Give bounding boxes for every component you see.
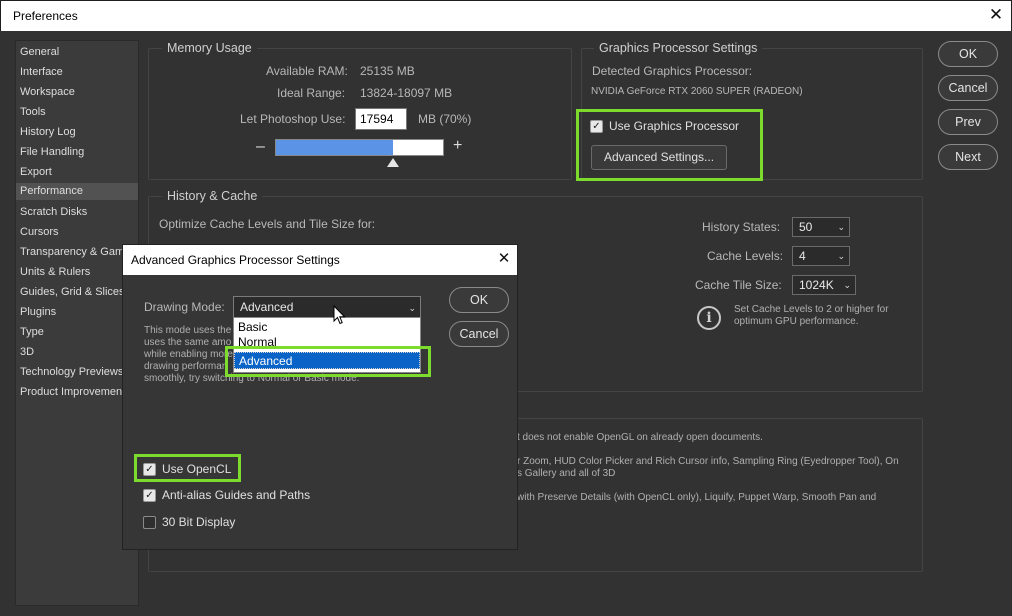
drawing-mode-desc-4: drawing performan bbox=[144, 361, 228, 372]
sidebar-item-plugins[interactable]: Plugins bbox=[16, 304, 138, 321]
memory-decrease-button[interactable]: – bbox=[256, 138, 265, 156]
use-opencl-checkbox[interactable]: ✓ bbox=[143, 463, 156, 476]
drawing-mode-desc-2: uses the same amo bbox=[144, 337, 232, 348]
30-bit-display-label: 30 Bit Display bbox=[162, 515, 236, 529]
sidebar-item-performance[interactable]: Performance bbox=[16, 183, 138, 200]
30-bit-display-checkbox[interactable] bbox=[143, 516, 156, 529]
detected-gpu-label: Detected Graphics Processor: bbox=[592, 64, 753, 78]
cache-levels-label: Cache Levels: bbox=[707, 249, 784, 263]
ideal-range-value: 13824-18097 MB bbox=[360, 86, 453, 100]
advanced-gpu-dialog: Advanced Graphics Processor Settings ✕ D… bbox=[122, 244, 518, 550]
use-gpu-checkbox[interactable]: ✓ bbox=[590, 120, 603, 133]
preferences-sidebar: General Interface Workspace Tools Histor… bbox=[15, 40, 139, 606]
drawing-mode-label: Drawing Mode: bbox=[144, 300, 225, 314]
cache-info-line2: optimum GPU performance. bbox=[734, 316, 859, 327]
advanced-cancel-button[interactable]: Cancel bbox=[449, 321, 509, 347]
sidebar-item-technology-previews[interactable]: Technology Previews bbox=[16, 364, 138, 381]
history-states-select[interactable]: 50 ⌄ bbox=[792, 217, 850, 237]
drawing-mode-dropdown-list: Basic Normal Advanced bbox=[233, 317, 421, 373]
gpu-info-text-3: s Gallery and all of 3D bbox=[517, 468, 616, 479]
sidebar-item-units-rulers[interactable]: Units & Rulers bbox=[16, 264, 138, 281]
advanced-settings-button[interactable]: Advanced Settings... bbox=[591, 145, 727, 170]
cancel-button[interactable]: Cancel bbox=[938, 75, 998, 101]
gpu-info-text-4: with Preserve Details (with OpenCL only)… bbox=[517, 492, 877, 503]
ideal-range-label: Ideal Range: bbox=[277, 86, 346, 100]
chevron-down-icon: ⌄ bbox=[837, 251, 845, 261]
advanced-ok-button[interactable]: OK bbox=[449, 287, 509, 313]
memory-increase-button[interactable]: + bbox=[453, 137, 462, 155]
available-ram-label: Available RAM: bbox=[266, 64, 348, 78]
ok-button[interactable]: OK bbox=[938, 41, 998, 67]
sidebar-item-workspace[interactable]: Workspace bbox=[16, 84, 138, 101]
sidebar-item-product-improvement[interactable]: Product Improvement bbox=[16, 384, 138, 401]
gpu-info-text-1: t does not enable OpenGL on already open… bbox=[517, 432, 763, 443]
sidebar-item-type[interactable]: Type bbox=[16, 324, 138, 341]
drawing-mode-value: Advanced bbox=[240, 300, 294, 314]
sidebar-item-tools[interactable]: Tools bbox=[16, 104, 138, 121]
sidebar-item-transparency-gamut[interactable]: Transparency & Gamut bbox=[16, 244, 138, 261]
info-icon: i bbox=[697, 306, 721, 330]
use-opencl-label: Use OpenCL bbox=[162, 462, 232, 476]
detected-gpu-value: NVIDIA GeForce RTX 2060 SUPER (RADEON) bbox=[591, 86, 803, 97]
cache-levels-value: 4 bbox=[799, 249, 806, 263]
optimize-cache-label: Optimize Cache Levels and Tile Size for: bbox=[159, 217, 376, 231]
advanced-dialog-titlebar: Advanced Graphics Processor Settings ✕ bbox=[123, 245, 517, 275]
window-titlebar: Preferences ✕ bbox=[0, 0, 1012, 31]
drawing-mode-select[interactable]: Advanced ⌄ bbox=[233, 296, 421, 318]
let-photoshop-use-label: Let Photoshop Use: bbox=[240, 112, 346, 126]
cache-tile-size-label: Cache Tile Size: bbox=[695, 278, 782, 292]
sidebar-item-cursors[interactable]: Cursors bbox=[16, 224, 138, 241]
chevron-down-icon: ⌄ bbox=[408, 303, 416, 313]
cache-info-line1: Set Cache Levels to 2 or higher for bbox=[734, 304, 889, 315]
drawing-mode-option-normal[interactable]: Normal bbox=[234, 335, 420, 349]
cache-levels-select[interactable]: 4 ⌄ bbox=[792, 246, 850, 266]
sidebar-item-general[interactable]: General bbox=[16, 44, 138, 61]
history-states-label: History States: bbox=[702, 220, 781, 234]
sidebar-item-interface[interactable]: Interface bbox=[16, 64, 138, 81]
use-gpu-label: Use Graphics Processor bbox=[609, 119, 740, 133]
prev-button[interactable]: Prev bbox=[938, 109, 998, 135]
available-ram-value: 25135 MB bbox=[360, 64, 415, 78]
chevron-down-icon: ⌄ bbox=[837, 222, 845, 232]
sidebar-item-export[interactable]: Export bbox=[16, 164, 138, 181]
drawing-mode-desc-3: while enabling more bbox=[144, 349, 233, 360]
next-button[interactable]: Next bbox=[938, 144, 998, 170]
advanced-dialog-title: Advanced Graphics Processor Settings bbox=[131, 253, 340, 267]
window-title: Preferences bbox=[13, 9, 78, 23]
memory-slider-track[interactable] bbox=[275, 139, 444, 156]
memory-slider-thumb[interactable] bbox=[386, 158, 399, 167]
drawing-mode-desc-5: smoothly, try switching to Normal or Bas… bbox=[144, 373, 360, 384]
drawing-mode-option-basic[interactable]: Basic bbox=[234, 319, 420, 336]
cache-tile-size-value: 1024K bbox=[799, 278, 834, 292]
memory-usage-title: Memory Usage bbox=[162, 41, 257, 55]
chevron-down-icon: ⌄ bbox=[843, 280, 851, 290]
gpu-info-text-2: r Zoom, HUD Color Picker and Rich Cursor… bbox=[517, 456, 899, 467]
memory-amount-input[interactable] bbox=[355, 108, 407, 130]
graphics-processor-title: Graphics Processor Settings bbox=[594, 41, 763, 55]
cache-tile-size-select[interactable]: 1024K ⌄ bbox=[792, 275, 856, 295]
window-close-icon[interactable]: ✕ bbox=[981, 1, 1011, 31]
advanced-dialog-close-icon[interactable]: ✕ bbox=[489, 245, 519, 275]
sidebar-item-guides-grid-slices[interactable]: Guides, Grid & Slices bbox=[16, 284, 138, 301]
memory-slider-fill bbox=[276, 140, 393, 155]
antialias-label: Anti-alias Guides and Paths bbox=[162, 488, 311, 502]
drawing-mode-desc-1: This mode uses the bbox=[144, 325, 232, 336]
drawing-mode-option-advanced[interactable]: Advanced bbox=[234, 352, 420, 369]
sidebar-item-file-handling[interactable]: File Handling bbox=[16, 144, 138, 161]
history-states-value: 50 bbox=[799, 220, 813, 234]
sidebar-item-3d[interactable]: 3D bbox=[16, 344, 138, 361]
memory-unit-label: MB (70%) bbox=[418, 112, 472, 126]
antialias-checkbox[interactable]: ✓ bbox=[143, 489, 156, 502]
mouse-cursor-icon bbox=[333, 305, 346, 325]
history-cache-title: History & Cache bbox=[162, 189, 263, 203]
sidebar-item-scratch-disks[interactable]: Scratch Disks bbox=[16, 204, 138, 221]
sidebar-item-history-log[interactable]: History Log bbox=[16, 124, 138, 141]
